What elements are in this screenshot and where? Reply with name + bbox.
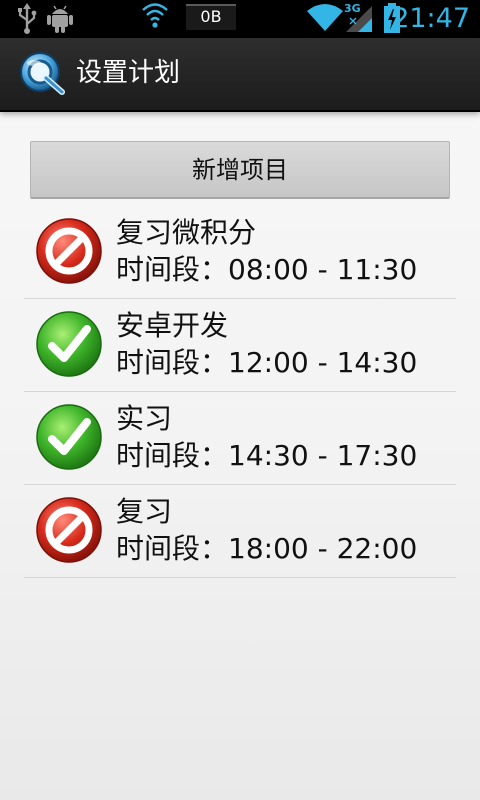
plan-name: 安卓开发 bbox=[116, 309, 229, 342]
plan-item[interactable]: 安卓开发 时间段：12:00 - 14:30 bbox=[24, 299, 456, 392]
wifi-icon bbox=[307, 4, 343, 31]
check-icon[interactable] bbox=[34, 402, 104, 472]
android-debug-icon bbox=[47, 5, 73, 33]
action-bar: 设置计划 bbox=[0, 38, 480, 112]
add-item-button[interactable]: 新增项目 bbox=[30, 141, 450, 199]
plan-name: 复习微积分 bbox=[116, 216, 257, 249]
plan-item[interactable]: 复习微积分 时间段：08:00 - 11:30 bbox=[24, 206, 456, 299]
net-speed-indicator: 0B bbox=[186, 4, 236, 30]
plan-time-range: 时间段：18:00 - 22:00 bbox=[116, 532, 418, 565]
plan-name: 复习 bbox=[116, 495, 173, 528]
plan-list: 复习微积分 时间段：08:00 - 11:30 安卓开发 时间段：12:00 -… bbox=[24, 206, 456, 578]
check-icon[interactable] bbox=[34, 309, 104, 379]
page-title: 设置计划 bbox=[76, 58, 181, 88]
plan-name: 实习 bbox=[116, 402, 173, 435]
plan-time-range: 时间段：12:00 - 14:30 bbox=[116, 346, 418, 379]
plan-item[interactable]: 实习 时间段：14:30 - 17:30 bbox=[24, 392, 456, 485]
wifi-signal-icon bbox=[142, 3, 168, 28]
app-logo-icon[interactable] bbox=[16, 48, 68, 100]
plan-item[interactable]: 复习 时间段：18:00 - 22:00 bbox=[24, 485, 456, 578]
cancel-icon[interactable] bbox=[34, 216, 104, 286]
plan-time-range: 时间段：08:00 - 11:30 bbox=[116, 253, 418, 286]
status-clock: 21:47 bbox=[392, 3, 470, 34]
usb-icon bbox=[18, 3, 37, 34]
cell-signal-icon bbox=[346, 6, 372, 32]
status-bar: 0B 3G 21:47 bbox=[0, 0, 480, 38]
cancel-icon[interactable] bbox=[34, 495, 104, 565]
plan-time-range: 时间段：14:30 - 17:30 bbox=[116, 439, 418, 472]
